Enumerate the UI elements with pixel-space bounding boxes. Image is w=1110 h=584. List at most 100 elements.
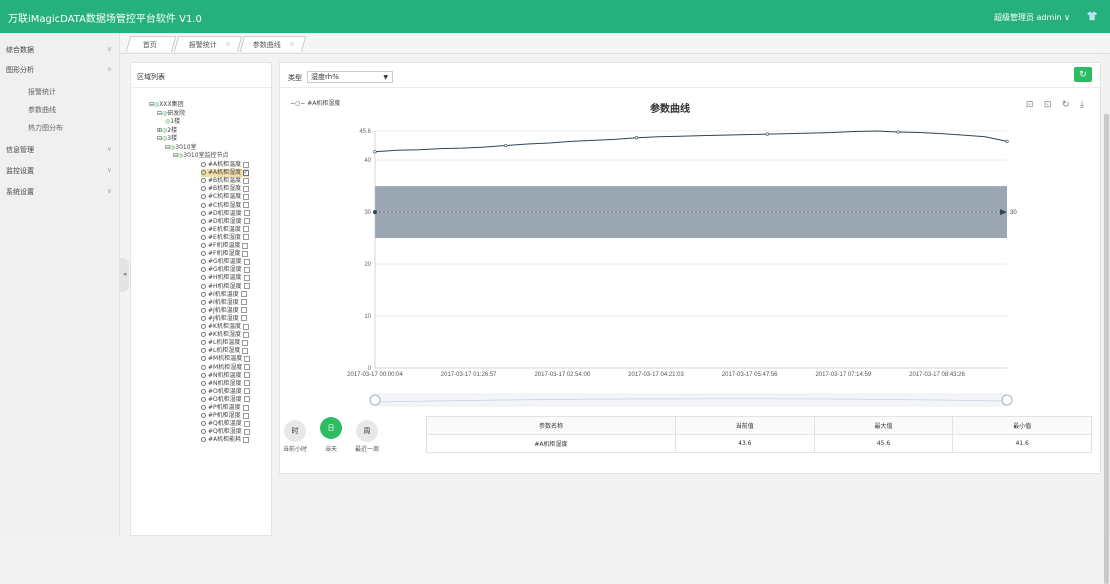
tree-leaf[interactable]: #F机柜温度 — [201, 242, 249, 250]
leaf-checkbox[interactable] — [243, 168, 250, 176]
page-scrollbar[interactable] — [1103, 54, 1110, 584]
tree-node[interactable]: ⊟◎研发院 — [157, 110, 185, 118]
tree-leaf[interactable]: #K机柜湿度 — [201, 331, 249, 339]
tree-leaf[interactable]: #O机柜温度 — [201, 388, 250, 396]
tree-leaf[interactable]: #H机柜温度 — [201, 274, 250, 282]
tree-leaf[interactable]: #H机柜湿度 — [201, 283, 250, 291]
sidebar-subitem-param-curve[interactable]: 参数曲线 — [28, 105, 56, 115]
tree-leaf[interactable]: #J机柜湿度 — [201, 315, 247, 323]
sidebar-item-info-mgmt[interactable]: 信息管理 ∨ — [0, 139, 120, 159]
tab-param-curve[interactable]: 参数曲线 × — [239, 36, 307, 52]
tree-leaf[interactable]: #B机柜温度 — [201, 177, 250, 185]
tree-leaf[interactable]: #A机柜温度 — [201, 161, 250, 169]
leaf-checkbox[interactable] — [244, 364, 251, 370]
tree-leaf[interactable]: #E机柜湿度 — [201, 234, 249, 242]
sidebar-item-monitor-settings[interactable]: 监控设置 ∨ — [0, 160, 120, 180]
leaf-checkbox[interactable] — [243, 420, 250, 427]
sidebar-subitem-heatmap[interactable]: 热力图分布 — [28, 123, 63, 133]
sidebar-item-system-settings[interactable]: 系统设置 ∨ — [0, 181, 120, 201]
leaf-checkbox[interactable] — [242, 250, 249, 257]
hour-range-button[interactable]: 时 — [284, 420, 306, 442]
tree-node[interactable]: ⊟◎3010室 — [165, 144, 197, 152]
leaf-checkbox[interactable] — [242, 347, 249, 354]
tab-home[interactable]: 首页 — [125, 36, 177, 52]
chart-toolbox[interactable]: ⊡ ⊡ ↻ ⤓ — [1026, 99, 1088, 110]
leaf-checkbox[interactable] — [244, 355, 251, 362]
tree-leaf[interactable]: #L机柜温度 — [201, 339, 249, 347]
leaf-checkbox[interactable] — [243, 185, 250, 192]
leaf-checkbox[interactable] — [243, 388, 250, 395]
sidebar-subitem-alarm-stats[interactable]: 报警统计 — [28, 87, 56, 97]
tree-leaf[interactable]: #F机柜湿度 — [201, 250, 249, 258]
sidebar-item-overview[interactable]: 综合数据 ∨ — [0, 39, 120, 59]
tree-node-label: 研发院 — [167, 109, 186, 117]
tree-leaf[interactable]: #P机柜湿度 — [201, 412, 249, 420]
tab-alarm-stats[interactable]: 报警统计 × — [173, 36, 243, 52]
leaf-checkbox[interactable] — [240, 315, 247, 322]
leaf-checkbox[interactable] — [243, 436, 250, 443]
tree-leaf[interactable]: #D机柜湿度 — [201, 218, 250, 226]
leaf-checkbox[interactable] — [243, 193, 250, 200]
tree-leaf[interactable]: #J机柜温度 — [201, 307, 247, 315]
leaf-checkbox[interactable] — [242, 323, 249, 330]
leaf-checkbox[interactable] — [242, 339, 249, 346]
scrollbar-thumb[interactable] — [1104, 114, 1109, 584]
leaf-checkbox[interactable] — [243, 372, 250, 379]
leaf-checkbox[interactable] — [243, 266, 250, 273]
leaf-checkbox[interactable] — [243, 283, 250, 289]
close-icon[interactable]: × — [289, 40, 295, 48]
day-range-button[interactable]: 日 — [320, 417, 342, 439]
tree-node[interactable]: ⊞◎2楼 — [157, 127, 177, 135]
sensor-icon — [201, 251, 206, 257]
leaf-checkbox[interactable] — [242, 242, 249, 249]
leaf-checkbox[interactable] — [243, 274, 250, 281]
tree-node[interactable]: ⊟◎XXX集团 — [149, 101, 184, 109]
tree-leaf[interactable]: #N机柜湿度 — [201, 380, 250, 388]
sidebar-collapse-handle[interactable]: ◂ — [120, 258, 129, 292]
shirt-icon[interactable]: 👕 — [1087, 11, 1098, 22]
leaf-checkbox[interactable] — [243, 428, 250, 435]
y-tick-label: 20 — [364, 262, 371, 268]
leaf-checkbox[interactable] — [243, 210, 250, 217]
tree-leaf[interactable]: #N机柜温度 — [201, 372, 250, 380]
leaf-checkbox[interactable] — [240, 291, 247, 298]
leaf-checkbox[interactable] — [242, 234, 249, 241]
tree-node[interactable]: ◎1楼 — [165, 118, 180, 126]
leaf-checkbox[interactable] — [243, 396, 250, 403]
tree-node[interactable]: ⊟◎3楼 — [157, 135, 177, 143]
tree-leaf[interactable]: #M机柜湿度 — [201, 364, 251, 372]
leaf-checkbox[interactable] — [242, 404, 249, 411]
tree-leaf[interactable]: #A机柜能耗 — [201, 436, 250, 444]
tree-leaf[interactable]: #P机柜温度 — [201, 404, 249, 412]
leaf-checkbox[interactable] — [240, 299, 247, 306]
tree-leaf[interactable]: #O机柜湿度 — [201, 396, 250, 404]
tree-leaf[interactable]: #G机柜温度 — [201, 258, 250, 266]
user-menu[interactable]: 超级管理员 admin ∨ — [994, 12, 1070, 23]
tree-leaf[interactable]: #C机柜温度 — [201, 193, 250, 201]
mark-line-start — [373, 210, 377, 215]
tree-leaf[interactable]: #I机柜温度 — [201, 291, 247, 299]
tree-node[interactable]: ⊟◎3010室监控节点 — [173, 152, 229, 160]
leaf-checkbox[interactable] — [240, 307, 247, 314]
tree-leaf[interactable]: #Q机柜温度 — [201, 420, 250, 428]
leaf-checkbox[interactable] — [243, 380, 250, 387]
tree-leaf[interactable]: #D机柜温度 — [201, 210, 250, 218]
leaf-checkbox[interactable] — [242, 331, 249, 338]
leaf-checkbox[interactable] — [243, 258, 250, 265]
tree-leaf[interactable]: #K机柜温度 — [201, 323, 249, 331]
leaf-checkbox[interactable] — [243, 218, 250, 225]
leaf-checkbox[interactable] — [242, 412, 249, 419]
chart-legend[interactable]: −○− #A机柜湿度 — [290, 98, 340, 107]
sidebar-item-graph-analysis[interactable]: 图形分析 ∧ — [0, 59, 120, 79]
leaf-checkbox[interactable] — [243, 177, 250, 184]
tree-leaf[interactable]: #E机柜温度 — [201, 226, 249, 234]
leaf-checkbox[interactable] — [242, 226, 249, 233]
week-range-button[interactable]: 周 — [356, 420, 378, 442]
close-icon[interactable]: × — [225, 40, 231, 48]
tree-leaf[interactable]: #I机柜湿度 — [201, 299, 247, 307]
tree-leaf[interactable]: #C机柜湿度 — [201, 202, 250, 210]
leaf-checkbox[interactable] — [243, 202, 250, 208]
tree-leaf[interactable]: #A机柜湿度 — [201, 168, 250, 178]
tree-leaf[interactable]: #M机柜温度 — [201, 355, 251, 363]
leaf-checkbox[interactable] — [243, 161, 250, 168]
